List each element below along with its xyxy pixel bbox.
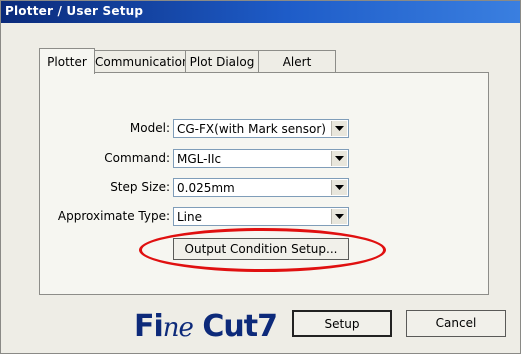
output-condition-setup-button[interactable]: Output Condition Setup...	[173, 238, 349, 260]
approximate-type-label: Approximate Type:	[57, 209, 170, 223]
tab-alert-display[interactable]: Alert Display	[258, 50, 336, 91]
chevron-down-icon	[335, 126, 344, 131]
command-value: MGL-IIc	[177, 152, 222, 166]
plotter-tab-panel: Model: CG-FX(with Mark sensor) Command: …	[39, 72, 489, 295]
logo-text-part2: ne	[162, 313, 194, 343]
command-select[interactable]: MGL-IIc	[173, 149, 349, 168]
tab-communication[interactable]: Communication	[94, 50, 190, 73]
tab-plot-dialog[interactable]: Plot Dialog	[185, 50, 259, 73]
title-bar[interactable]: Plotter / User Setup	[1, 1, 520, 23]
command-label: Command:	[104, 151, 170, 165]
approximate-type-dropdown-arrow[interactable]	[331, 209, 347, 224]
tab-plotter[interactable]: Plotter	[39, 48, 95, 74]
chevron-down-icon	[335, 185, 344, 190]
step-size-label: Step Size:	[110, 180, 170, 194]
model-select[interactable]: CG-FX(with Mark sensor)	[173, 119, 349, 138]
finecut7-logo: Fine Cut7	[134, 309, 278, 344]
approximate-type-value: Line	[177, 210, 203, 224]
setup-button[interactable]: Setup	[292, 310, 392, 337]
window-title: Plotter / User Setup	[5, 4, 144, 18]
logo-text-part3: Cut7	[192, 309, 278, 344]
logo-text-part1: Fi	[134, 309, 164, 344]
chevron-down-icon	[335, 156, 344, 161]
model-label: Model:	[129, 121, 170, 135]
step-size-dropdown-arrow[interactable]	[331, 180, 347, 195]
plotter-user-setup-dialog: Plotter / User Setup Plotter Communicati…	[0, 0, 521, 354]
cancel-button[interactable]: Cancel	[406, 310, 506, 337]
model-dropdown-arrow[interactable]	[331, 121, 347, 136]
chevron-down-icon	[335, 214, 344, 219]
command-dropdown-arrow[interactable]	[331, 151, 347, 166]
step-size-select[interactable]: 0.025mm	[173, 178, 349, 197]
model-value: CG-FX(with Mark sensor)	[177, 122, 326, 136]
approximate-type-select[interactable]: Line	[173, 207, 349, 226]
step-size-value: 0.025mm	[177, 181, 235, 195]
